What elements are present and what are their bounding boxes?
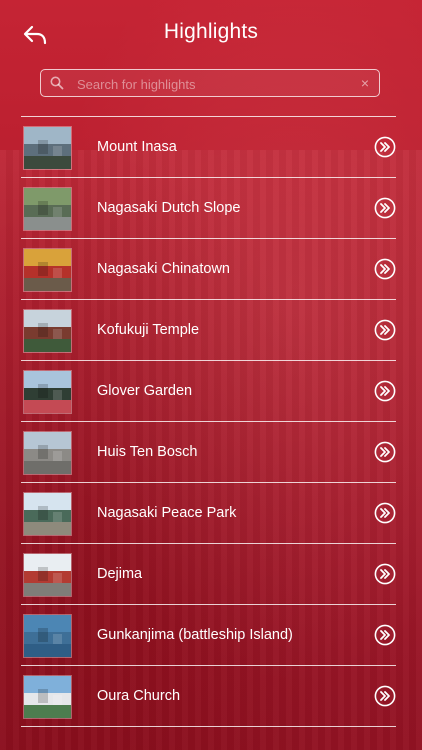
search-icon <box>50 76 64 90</box>
double-chevron-right-icon[interactable] <box>374 136 396 158</box>
thumbnail-image <box>23 370 72 414</box>
search-input[interactable] <box>75 73 349 95</box>
list-item[interactable]: Huis Ten Bosch <box>21 422 396 483</box>
list-item[interactable]: Dejima <box>21 544 396 605</box>
double-chevron-right-icon[interactable] <box>374 197 396 219</box>
list-item-label: Huis Ten Bosch <box>97 444 198 460</box>
list-item[interactable]: Gunkanjima (battleship Island) <box>21 605 396 666</box>
list-item-label: Nagasaki Chinatown <box>97 261 230 277</box>
list-item[interactable]: Nagasaki Dutch Slope <box>21 178 396 239</box>
list-item-label: Kofukuji Temple <box>97 322 200 338</box>
list-item-label: Nagasaki Dutch Slope <box>97 200 241 216</box>
page-title: Highlights <box>163 20 259 43</box>
double-chevron-right-icon[interactable] <box>374 502 396 524</box>
list-item[interactable]: Nagasaki Peace Park <box>21 483 396 544</box>
list-item-label: Glover Garden <box>97 383 193 399</box>
double-chevron-right-icon[interactable] <box>374 685 396 707</box>
thumbnail-image <box>23 187 72 231</box>
list-item[interactable]: Nagasaki Chinatown <box>21 239 396 300</box>
thumbnail-image <box>23 431 72 475</box>
thumbnail-image <box>23 614 72 658</box>
thumbnail-image <box>23 309 72 353</box>
highlights-list: Mount Inasa Nagasaki Dutch Slope Nagasaki … <box>21 116 396 727</box>
thumbnail-image <box>23 492 72 536</box>
list-item-label: Nagasaki Peace Park <box>97 505 237 521</box>
list-item-label: Gunkanjima (battleship Island) <box>97 627 293 643</box>
double-chevron-right-icon[interactable] <box>374 441 396 463</box>
double-chevron-right-icon[interactable] <box>374 380 396 402</box>
header: Highlights <box>0 0 422 66</box>
double-chevron-right-icon[interactable] <box>374 319 396 341</box>
double-chevron-right-icon[interactable] <box>374 258 396 280</box>
double-chevron-right-icon[interactable] <box>374 624 396 646</box>
thumbnail-image <box>23 675 72 719</box>
list-item[interactable]: Glover Garden <box>21 361 396 422</box>
list-item-label: Dejima <box>97 566 143 582</box>
list-item-label: Mount Inasa <box>97 139 177 155</box>
list-item[interactable]: Kofukuji Temple <box>21 300 396 361</box>
thumbnail-image <box>23 553 72 597</box>
list-item[interactable]: Mount Inasa <box>21 117 396 178</box>
thumbnail-image <box>23 248 72 292</box>
list-item[interactable]: Oura Church <box>21 666 396 727</box>
search-bar[interactable]: × <box>40 69 380 97</box>
clear-search-icon[interactable]: × <box>361 75 369 91</box>
list-item-label: Oura Church <box>97 688 181 704</box>
double-chevron-right-icon[interactable] <box>374 563 396 585</box>
thumbnail-image <box>23 126 72 170</box>
